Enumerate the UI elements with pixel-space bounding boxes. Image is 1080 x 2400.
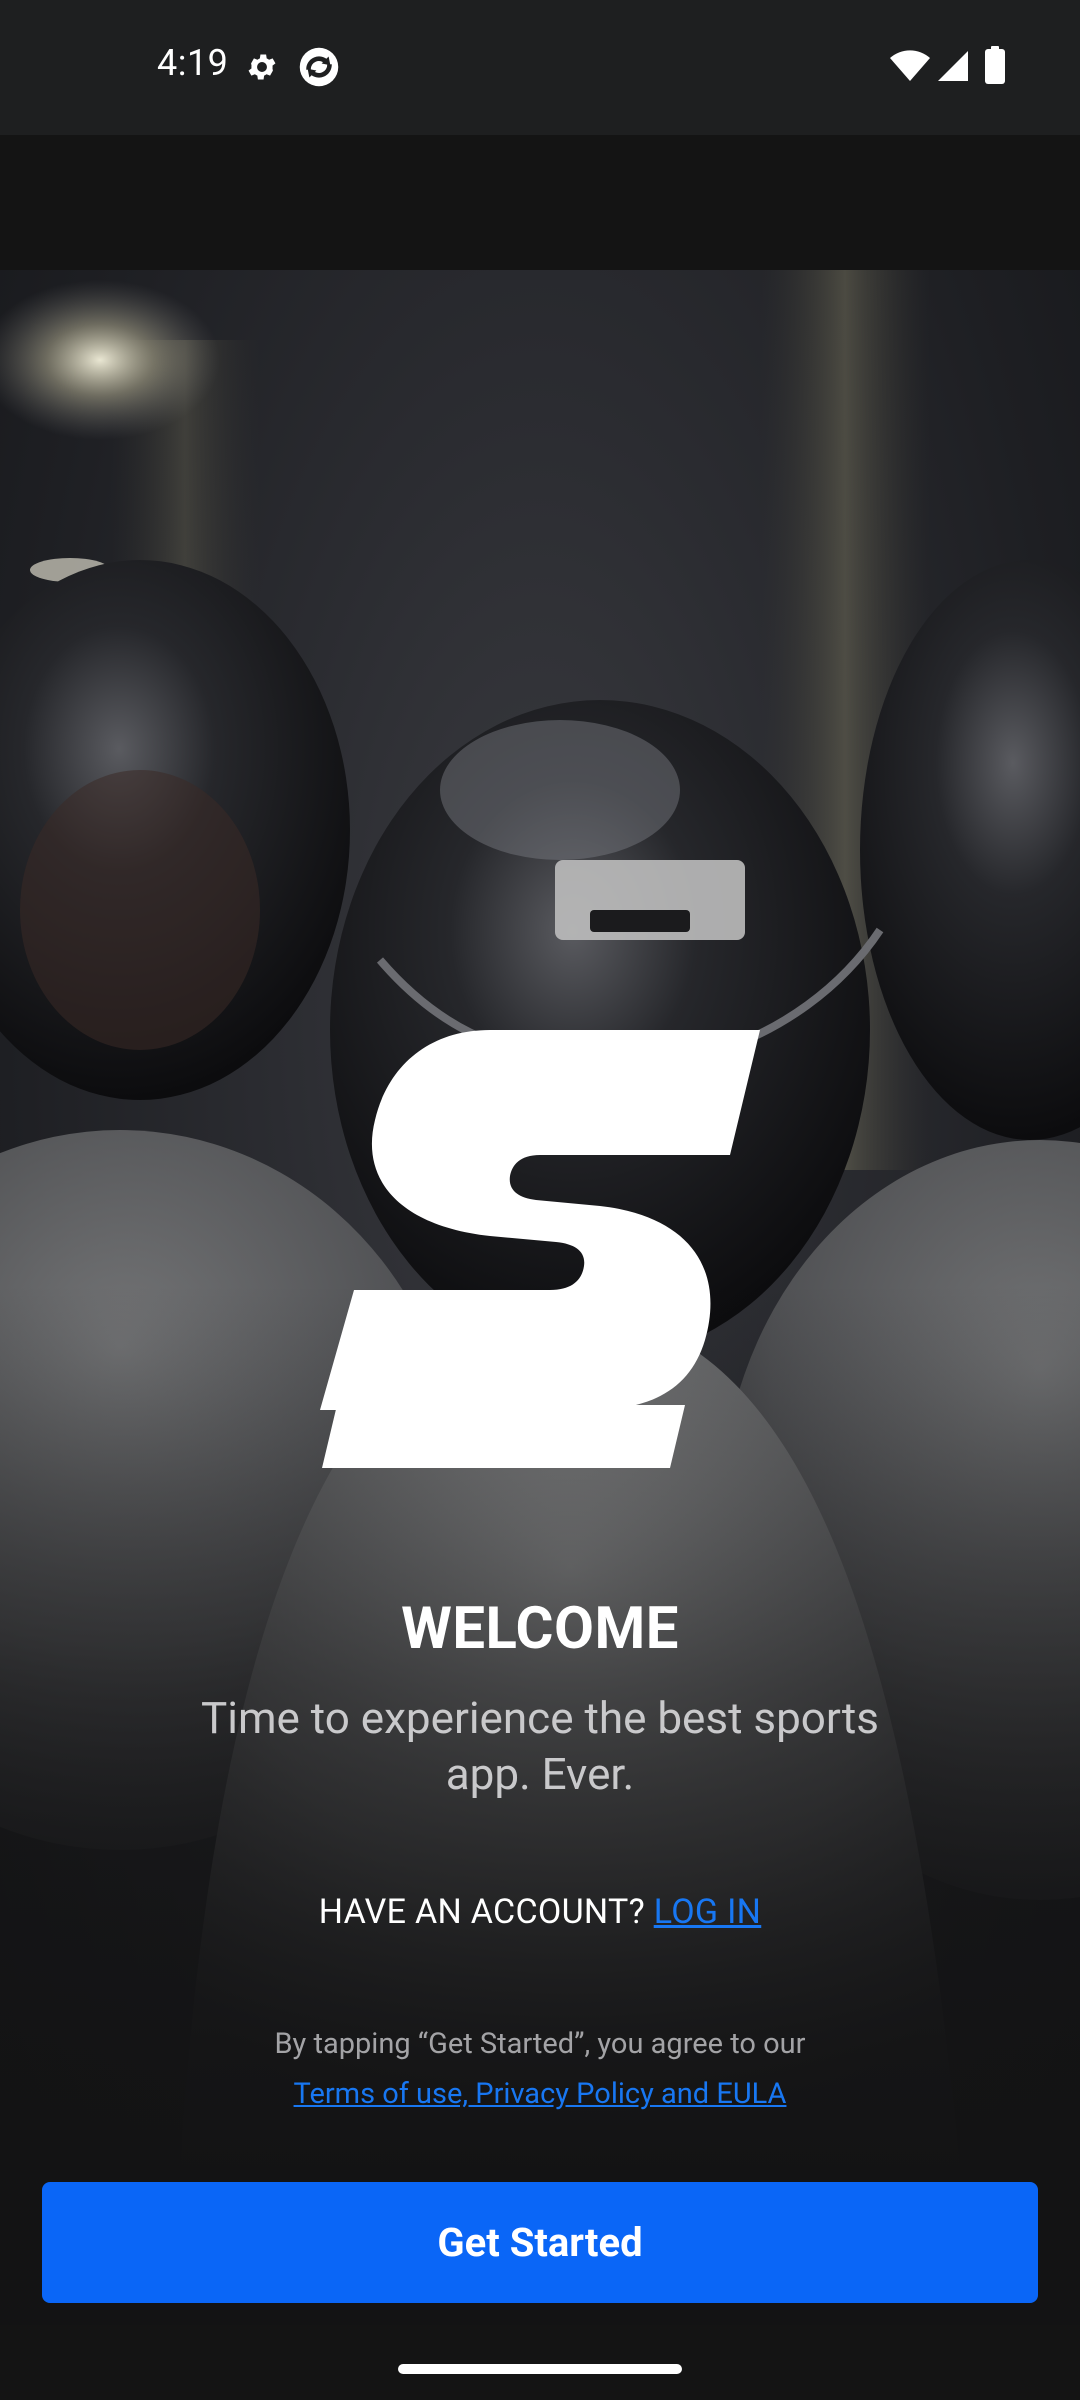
gesture-handle[interactable] — [398, 2364, 682, 2374]
account-prompt-text: HAVE AN ACCOUNT? — [318, 1892, 645, 1932]
battery-icon — [985, 46, 1005, 88]
get-started-button[interactable]: Get Started — [42, 2182, 1038, 2303]
sync-app-icon — [298, 46, 340, 92]
terms-intro-text: By tapping “Get Started”, you agree to o… — [274, 2027, 806, 2061]
account-prompt-line: HAVE AN ACCOUNT? LOG IN — [0, 1892, 1080, 1932]
terms-link[interactable]: Terms of use, Privacy Policy and EULA — [0, 2077, 1080, 2111]
status-bar: 4:19 — [0, 0, 1080, 135]
welcome-title: WELCOME — [401, 1595, 679, 1663]
welcome-subtitle: Time to experience the best sports app. … — [200, 1692, 879, 1800]
status-time: 4:19 — [157, 42, 229, 84]
theScore-s-logo-icon — [320, 1030, 760, 1474]
app-top-bar — [0, 135, 1080, 270]
welcome-screen: 4:19 WELCOME Time to experience the best… — [0, 0, 1080, 2400]
navigation-bar — [0, 2325, 1080, 2400]
login-link[interactable]: LOG IN — [654, 1892, 762, 1932]
signal-icon — [937, 50, 969, 86]
wifi-icon — [890, 50, 930, 86]
gear-icon — [245, 50, 279, 88]
